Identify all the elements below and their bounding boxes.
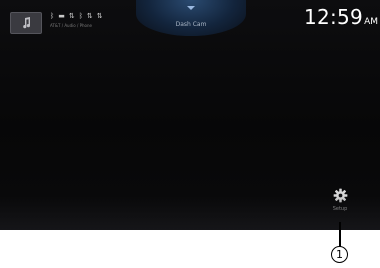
signal-icon: ⇅	[96, 12, 103, 20]
status-icon-bar: ᛒ ▬ ⇅ ᛒ ⇅ ⇅	[50, 13, 103, 20]
signal-icon: ⇅	[68, 12, 75, 20]
callout-number: 1	[331, 246, 348, 263]
clock-ampm: AM	[364, 17, 378, 27]
bluetooth-icon: ᛒ	[50, 12, 55, 20]
head-unit-screen: ᛒ ▬ ⇅ ᛒ ⇅ ⇅ AT&T / Audio / Phone Dash Ca…	[0, 0, 380, 230]
dropdown-label: Dash Cam	[175, 21, 207, 28]
gear-icon	[333, 188, 347, 203]
music-note-icon	[23, 17, 31, 29]
now-playing-thumbnail[interactable]	[10, 12, 42, 34]
phone-icon: ᛒ	[78, 12, 83, 20]
battery-icon: ▬	[58, 12, 65, 20]
setup-label: Setup	[332, 206, 348, 212]
clock: 12:59AM	[304, 5, 378, 29]
signal-icon: ⇅	[86, 12, 93, 20]
callout-line	[339, 222, 341, 247]
clock-time: 12:59	[303, 5, 364, 29]
setup-button[interactable]: Setup	[322, 186, 358, 224]
status-subtext: AT&T / Audio / Phone	[50, 23, 92, 28]
dash-cam-dropdown-tab[interactable]: Dash Cam	[136, 0, 246, 36]
chevron-down-icon	[187, 6, 195, 10]
